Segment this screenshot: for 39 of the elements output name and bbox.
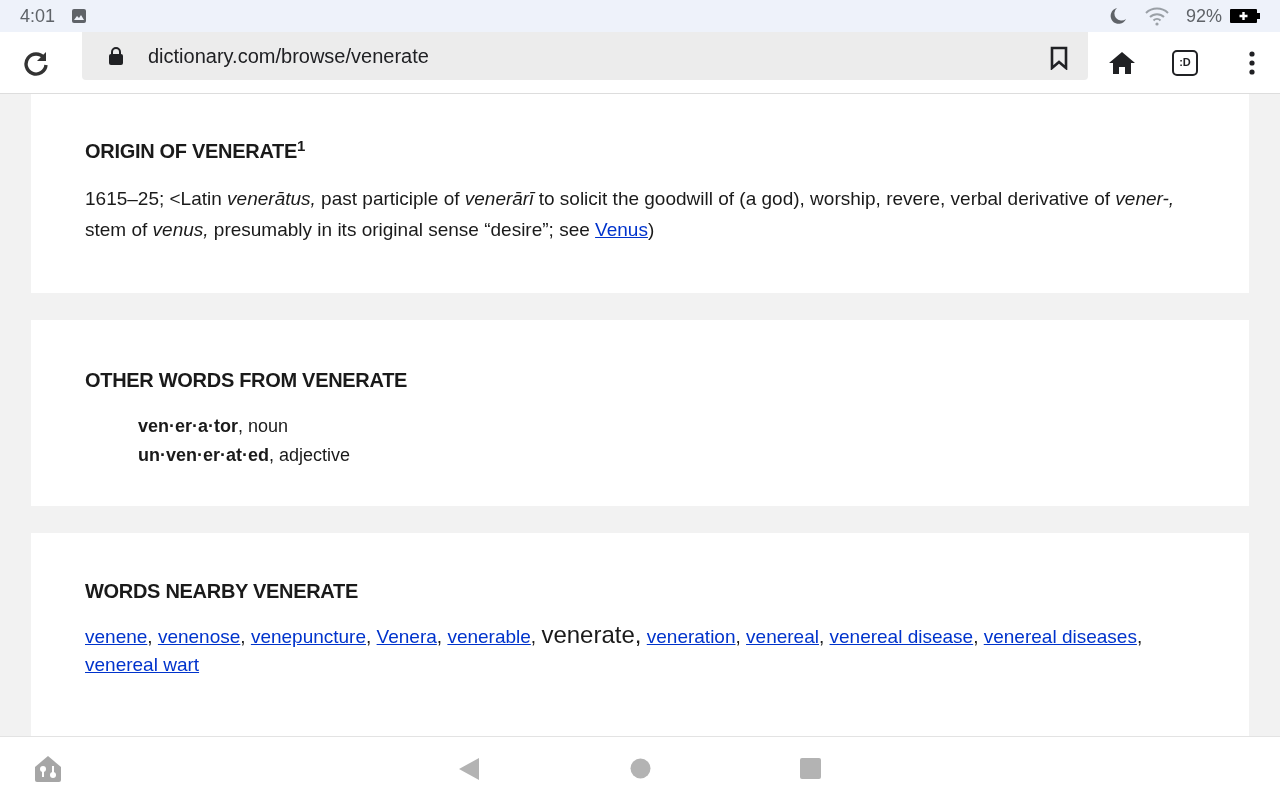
word-link[interactable]: venereal wart (85, 654, 200, 675)
related-word: un·ven·er·at·ed, adjective (137, 444, 352, 467)
comma: , (973, 626, 979, 647)
comma: , (634, 621, 642, 648)
word-link[interactable]: venerable (447, 626, 531, 647)
word-link[interactable]: venereal (746, 626, 819, 647)
battery-percent: 92% (1185, 4, 1222, 28)
comma: , (1136, 626, 1143, 647)
comma: , (530, 626, 537, 647)
image-icon (71, 8, 88, 24)
word-link[interactable]: venene (85, 626, 148, 647)
section-heading: OTHER WORDS FROM VENERATE (85, 368, 409, 392)
section-heading: WORDS NEARBY VENERATE (85, 579, 359, 603)
word-link[interactable]: venenose (157, 626, 241, 647)
comma: , (735, 626, 741, 647)
word-link[interactable]: venereal diseases (983, 626, 1137, 647)
word-link[interactable]: venepuncture (250, 626, 367, 647)
word-link[interactable]: Venera (376, 626, 437, 647)
wifi-icon (1143, 6, 1170, 26)
comma: , (147, 626, 153, 647)
word-link[interactable]: veneration (646, 626, 736, 647)
comma: , (240, 626, 246, 647)
url-text: dictionary.com/browse/venerate (148, 44, 429, 69)
section-heading: ORIGIN OF VENERATE$^{1}$ (85, 139, 307, 163)
origin-text: 1615–25; <Latin venerātus, past participle of venerārī to solicit the goodwill of (a god), worship, revere, verbal derivative of vener-, stem of venus, presumably in its original sense “desire”; see Venus) (85, 187, 1176, 242)
comma: , (366, 626, 372, 647)
word-link[interactable]: venereal disease (829, 626, 974, 647)
comma: , (818, 626, 825, 647)
tab-switcher-button[interactable]: :D (1172, 49, 1198, 76)
current-word: venerate (541, 621, 635, 648)
comma: , (436, 626, 443, 647)
related-word: ven·er·a·tor, noun (137, 415, 290, 438)
home-button[interactable] (1108, 49, 1136, 76)
lock-icon (108, 46, 124, 66)
word-link[interactable]: Venus (595, 219, 648, 240)
battery-icon (1230, 8, 1260, 24)
menu-button[interactable] (1248, 50, 1256, 75)
status-time: 4:01 (20, 4, 56, 28)
address-bar[interactable]: dictionary.com/browse/venerate (82, 32, 1088, 80)
